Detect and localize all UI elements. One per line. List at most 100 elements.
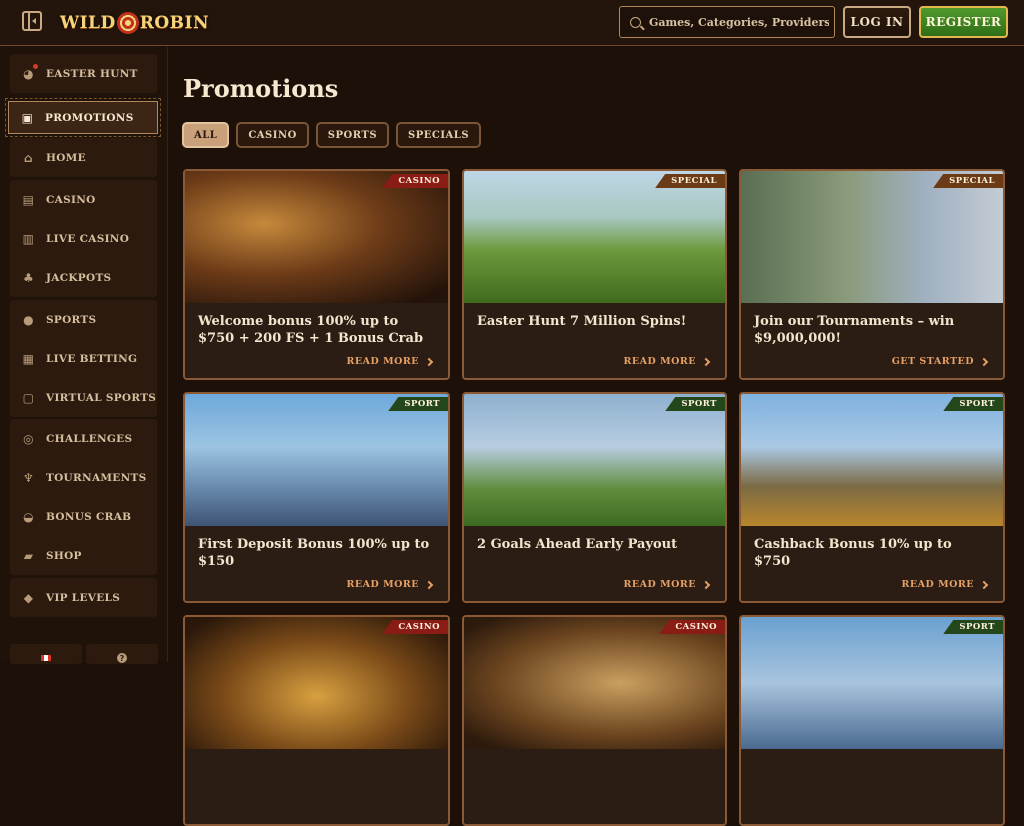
sidebar-item-shop[interactable]: ▰ SHOP <box>10 536 157 575</box>
promo-link[interactable]: READ MORE <box>623 356 711 367</box>
wild-robin-logo[interactable]: WILD ROBIN <box>60 7 209 39</box>
gift-icon: ▣ <box>21 110 34 125</box>
category-badge: CASINO <box>382 174 448 188</box>
canada-flag-icon <box>41 655 51 661</box>
diamond-icon: ◆ <box>23 590 34 605</box>
filter-all[interactable]: ALL <box>182 122 230 148</box>
promo-image <box>185 394 448 526</box>
clover-icon: ♣ <box>22 270 35 285</box>
category-badge: CASINO <box>382 620 448 634</box>
promo-card-body: Cashback Bonus 10% up to $750 READ MORE <box>741 526 1003 601</box>
sidebar-item-label: JACKPOTS <box>46 271 112 284</box>
home-icon: ⌂ <box>24 150 33 165</box>
promo-title: Easter Hunt 7 Million Spins! <box>477 314 687 329</box>
category-badge: SPORT <box>943 397 1003 411</box>
filter-tabs: ALL CASINO SPORTS SPECIALS <box>182 122 482 148</box>
chevron-right-icon <box>424 580 434 589</box>
cards-icon: ▥ <box>22 231 35 246</box>
promo-card[interactable]: SPORT First Deposit Bonus 100% up to $150… <box>183 392 450 603</box>
sidebar-item-live-casino[interactable]: ▥ LIVE CASINO <box>10 219 157 258</box>
promo-card[interactable]: CASINO Welcome bonus 100% up to $750 + 20… <box>183 169 450 380</box>
promo-link[interactable]: READ MORE <box>347 356 434 367</box>
promo-link-label: READ MORE <box>346 579 419 590</box>
category-badge: SPORT <box>943 620 1003 634</box>
sidebar-item-label: EASTER HUNT <box>46 67 138 80</box>
search-input[interactable] <box>649 15 829 29</box>
sidebar-item-jackpots[interactable]: ♣ JACKPOTS <box>10 258 157 297</box>
bag-icon: ▰ <box>23 548 34 563</box>
search-icon <box>630 16 641 28</box>
promotions-grid: CASINO Welcome bonus 100% up to $750 + 20… <box>183 169 1005 826</box>
filter-casino[interactable]: CASINO <box>236 122 309 148</box>
promo-card[interactable]: CASINO <box>183 615 450 826</box>
help-button[interactable]: ? <box>86 644 158 664</box>
top-header: WILD ROBIN LOG IN REGISTER <box>0 0 1024 46</box>
nav-group: ◆ VIP LEVELS <box>10 578 157 617</box>
sidebar-item-label: LIVE BETTING <box>46 352 138 365</box>
promo-image <box>464 394 725 526</box>
promo-link[interactable]: GET STARTED <box>892 356 989 367</box>
chevron-right-icon <box>701 580 711 589</box>
promo-image <box>741 171 1003 303</box>
target-icon <box>116 12 139 34</box>
category-badge: SPORT <box>388 397 448 411</box>
promo-card[interactable]: SPECIAL Easter Hunt 7 Million Spins! READ … <box>462 169 727 380</box>
sidebar: ◕ EASTER HUNT ▣ PROMOTIONS ⌂ HOME ▤ CASINO ▥ LIVE… <box>0 47 168 664</box>
promo-link-label: READ MORE <box>623 356 696 367</box>
sidebar-item-sports[interactable]: ● SPORTS <box>10 300 157 339</box>
sidebar-item-casino[interactable]: ▤ CASINO <box>10 180 157 219</box>
promo-card[interactable]: CASINO <box>462 615 727 826</box>
promo-card[interactable]: SPORT 2 Goals Ahead Early Payout READ MORE <box>462 392 727 603</box>
nav-group: ● SPORTS ▦ LIVE BETTING ▢ VIRTUAL SPORTS <box>10 300 157 417</box>
promo-image <box>741 394 1003 526</box>
nav-group: ◕ EASTER HUNT <box>10 54 157 93</box>
chevron-right-icon <box>701 357 711 366</box>
sidebar-item-tournaments[interactable]: ♆ TOURNAMENTS <box>10 458 157 497</box>
promo-link[interactable]: READ MORE <box>624 579 711 590</box>
sidebar-item-label: SPORTS <box>46 313 97 326</box>
virtual-icon: ▢ <box>22 390 35 405</box>
language-selector[interactable] <box>10 644 82 664</box>
chevron-right-icon <box>424 357 434 366</box>
category-badge: CASINO <box>659 620 725 634</box>
sidebar-item-label: HOME <box>46 151 86 164</box>
promo-title: First Deposit Bonus 100% up to $150 <box>198 537 430 569</box>
page-title: Promotions <box>183 74 339 103</box>
filter-sports[interactable]: SPORTS <box>315 122 390 148</box>
promo-card[interactable]: SPORT <box>739 615 1005 826</box>
register-button[interactable]: REGISTER <box>919 6 1008 38</box>
sidebar-item-challenges[interactable]: ◎ CHALLENGES <box>10 419 157 458</box>
sidebar-item-promotions[interactable]: ▣ PROMOTIONS <box>5 98 161 137</box>
sidebar-item-live-betting[interactable]: ▦ LIVE BETTING <box>10 339 157 378</box>
promo-card-body: Easter Hunt 7 Million Spins! READ MORE <box>464 303 725 378</box>
login-button[interactable]: LOG IN <box>843 6 911 38</box>
promo-title: Welcome bonus 100% up to $750 + 200 FS +… <box>198 314 424 346</box>
sidebar-item-virtual-sports[interactable]: ▢ VIRTUAL SPORTS <box>10 378 157 417</box>
sidebar-item-label: VIP LEVELS <box>46 591 121 604</box>
search-box[interactable] <box>619 6 835 38</box>
promo-card-body: First Deposit Bonus 100% up to $150 READ … <box>185 526 448 601</box>
live-icon: ▦ <box>22 351 35 366</box>
sidebar-item-label: PROMOTIONS <box>45 111 134 124</box>
sidebar-item-label: BONUS CRAB <box>46 510 132 523</box>
promo-image <box>185 171 448 303</box>
nav-group: ⌂ HOME <box>10 138 157 177</box>
category-badge: SPECIAL <box>933 174 1003 188</box>
sidebar-item-label: SHOP <box>46 549 82 562</box>
promo-card-body: Join our Tournaments – win $9,000,000! GE… <box>741 303 1003 378</box>
sidebar-item-vip-levels[interactable]: ◆ VIP LEVELS <box>10 578 157 617</box>
promo-card[interactable]: SPECIAL Join our Tournaments – win $9,000… <box>739 169 1005 380</box>
promo-link[interactable]: READ MORE <box>346 579 434 590</box>
sidebar-item-label: LIVE CASINO <box>46 232 130 245</box>
sidebar-item-bonus-crab[interactable]: ◒ BONUS CRAB <box>10 497 157 536</box>
promo-title: 2 Goals Ahead Early Payout <box>477 537 678 552</box>
logo-text-right: ROBIN <box>139 13 210 33</box>
sidebar-item-label: CASINO <box>46 193 96 206</box>
promo-card[interactable]: SPORT Cashback Bonus 10% up to $750 READ M… <box>739 392 1005 603</box>
sidebar-toggle-icon[interactable] <box>22 11 42 31</box>
filter-specials[interactable]: SPECIALS <box>396 122 482 148</box>
sidebar-item-home[interactable]: ⌂ HOME <box>10 138 157 177</box>
sidebar-item-easter-hunt[interactable]: ◕ EASTER HUNT <box>10 54 157 93</box>
promo-link[interactable]: READ MORE <box>902 579 989 590</box>
sidebar-item-label: VIRTUAL SPORTS <box>46 391 157 404</box>
